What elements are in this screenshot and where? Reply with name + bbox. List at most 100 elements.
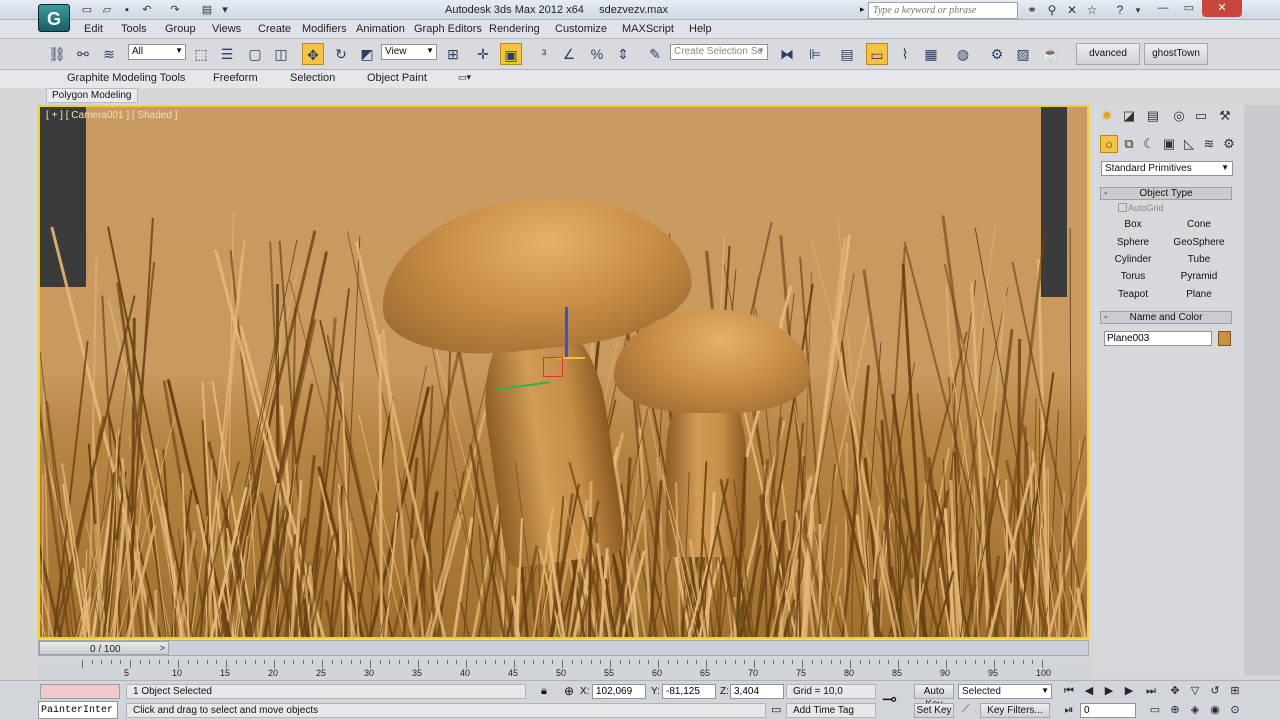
modify-tab-icon[interactable]: ◪ [1120,107,1138,125]
menu-maxscript[interactable]: MAXScript [622,23,674,35]
move-gizmo-z-axis[interactable] [565,307,568,357]
current-frame-field[interactable] [1080,703,1136,718]
advanced-paint-button[interactable]: dvanced Paint [1076,43,1140,65]
track-bar[interactable]: 5 10 15 20 25 30 35 40 45 50 55 60 65 70 75 80 85 90 95 100 [38,660,1089,680]
lock-icon[interactable]: 🔒︎ [541,685,547,698]
maximize-viewport-icon[interactable]: ⊞ [1226,684,1244,699]
geosphere-button[interactable]: GeoSphere [1170,235,1228,250]
chevron-down-icon[interactable]: ▾ [1130,3,1146,17]
link-icon[interactable]: ⛓ [46,43,68,65]
save-file-icon[interactable]: ▪ [120,3,134,17]
next-frame-icon[interactable]: ▶ [1120,684,1138,699]
cylinder-button[interactable]: Cylinder [1104,252,1162,267]
rotate-icon[interactable]: ↻ [330,43,352,65]
roll-icon[interactable]: ⊙ [1226,703,1244,718]
lights-icon[interactable]: ☾ [1140,135,1158,153]
helpers-icon[interactable]: ◺ [1180,135,1198,153]
default-in-out-tangent-icon[interactable]: ⟋ [962,703,970,716]
geometry-icon[interactable]: ○ [1100,135,1118,153]
time-slider[interactable]: 0 / 100 > [38,640,1089,656]
y-coordinate-field[interactable] [662,684,716,699]
maxscript-mini-listener[interactable] [40,684,120,699]
motion-tab-icon[interactable]: ◎ [1170,107,1188,125]
hierarchy-tab-icon[interactable]: ▤ [1144,107,1162,125]
edit-named-selection-icon[interactable]: ✎ [644,43,666,65]
help-icon[interactable]: ? [1112,3,1128,17]
menu-edit[interactable]: Edit [84,23,103,35]
auto-key-button[interactable]: Auto Key [914,684,954,710]
search-input[interactable] [868,2,1018,19]
undo-icon[interactable]: ↶ [140,3,154,17]
layer-manager-icon[interactable]: ▤ [836,43,858,65]
ribbon-options-icon[interactable]: ▭▾ [458,72,471,83]
tab-graphite-modeling-tools[interactable]: Graphite Modeling Tools [67,72,185,84]
orbit-icon[interactable]: ↺ [1206,684,1224,699]
object-type-rollout[interactable]: - Object Type [1100,187,1232,200]
menu-modifiers[interactable]: Modifiers [302,23,347,35]
menu-create[interactable]: Create [258,23,291,35]
selection-filter-dropdown[interactable]: All ▼ [128,44,186,60]
new-file-icon[interactable]: ▭ [80,3,94,17]
binoculars-icon[interactable]: ⚭ [1024,3,1040,17]
render-setup-icon[interactable]: ⚙ [986,43,1008,65]
space-warps-icon[interactable]: ≋ [1200,135,1218,153]
camera-viewport[interactable]: [ + ] [ Camera001 ] [ Shaded ] [38,105,1089,639]
x-coordinate-field[interactable] [592,684,646,699]
pan-view-icon[interactable]: ✥ [1166,684,1184,699]
graphite-toggle-icon[interactable]: ▭ [866,43,888,65]
window-crossing-icon[interactable]: ◫ [270,43,292,65]
menu-tools[interactable]: Tools [121,23,147,35]
display-tab-icon[interactable]: ▭ [1192,107,1210,125]
select-by-name-icon[interactable]: ☰ [216,43,238,65]
time-tag-icon[interactable]: ▭ [771,703,781,716]
maximize-icon[interactable]: ▭ [1176,0,1202,17]
reference-coordinate-dropdown[interactable]: View ▼ [381,44,437,60]
ribbon-sub-tab-polygon-modeling[interactable]: Polygon Modeling [46,88,138,103]
shapes-icon[interactable]: ⧉ [1120,135,1138,153]
primitive-type-dropdown[interactable]: Standard Primitives ▼ [1101,161,1233,176]
menu-customize[interactable]: Customize [555,23,607,35]
name-and-color-rollout[interactable]: - Name and Color [1100,311,1232,324]
viewport-label[interactable]: [ + ] [ Camera001 ] [ Shaded ] [46,110,177,121]
chevron-right-icon[interactable]: ▸ [860,4,865,15]
manipulate-icon[interactable]: ✛ [472,43,494,65]
utilities-tab-icon[interactable]: ⚒ [1216,107,1234,125]
box-button[interactable]: Box [1104,217,1162,232]
subscription-icon[interactable]: ⚲ [1044,3,1060,17]
close-icon[interactable]: ✕ [1202,0,1242,17]
menu-rendering[interactable]: Rendering [489,23,540,35]
open-file-icon[interactable]: ▱ [100,3,114,17]
time-slider-thumb[interactable]: 0 / 100 > [39,641,169,655]
torus-button[interactable]: Torus [1104,269,1162,284]
absolute-mode-icon[interactable]: ⊕ [564,684,574,698]
project-folder-icon[interactable]: ▤ [200,3,214,17]
curve-editor-icon[interactable]: ⌇ [894,43,916,65]
field-of-view-icon[interactable]: ▽ [1186,684,1204,699]
named-selection-set-dropdown[interactable]: Create Selection Se ▼ [670,44,768,60]
rectangle-region-icon[interactable]: ▢ [244,43,266,65]
select-object-icon[interactable]: ⬚ [190,43,212,65]
teapot-button[interactable]: Teapot [1104,287,1162,302]
object-color-swatch[interactable] [1218,331,1231,346]
percent-snap-icon[interactable]: % [586,43,608,65]
menu-animation[interactable]: Animation [356,23,405,35]
sphere-button[interactable]: Sphere [1104,235,1162,250]
autogrid-checkbox[interactable] [1118,203,1127,212]
set-key-button[interactable]: Set Key [914,703,954,718]
plane-button[interactable]: Plane [1170,287,1228,302]
time-configuration-icon[interactable]: ▭ [1146,703,1164,718]
menu-group[interactable]: Group [165,23,196,35]
z-coordinate-field[interactable] [730,684,784,699]
scale-icon[interactable]: ◩ [356,43,378,65]
pivot-icon[interactable]: ⊞ [442,43,464,65]
tab-object-paint[interactable]: Object Paint [367,72,427,84]
create-tab-icon[interactable]: ✹ [1098,107,1116,125]
zoom-icon[interactable]: ⊕ [1166,703,1184,718]
snap-3d-icon[interactable]: ³ [533,43,555,65]
communication-center-icon[interactable]: ✕ [1064,3,1080,17]
add-time-tag-button[interactable]: Add Time Tag [786,703,876,718]
cone-button[interactable]: Cone [1170,217,1228,232]
key-icon[interactable]: ⊸ [882,689,897,710]
redo-icon[interactable]: ↷ [168,3,182,17]
previous-frame-icon[interactable]: ◀ [1080,684,1098,699]
